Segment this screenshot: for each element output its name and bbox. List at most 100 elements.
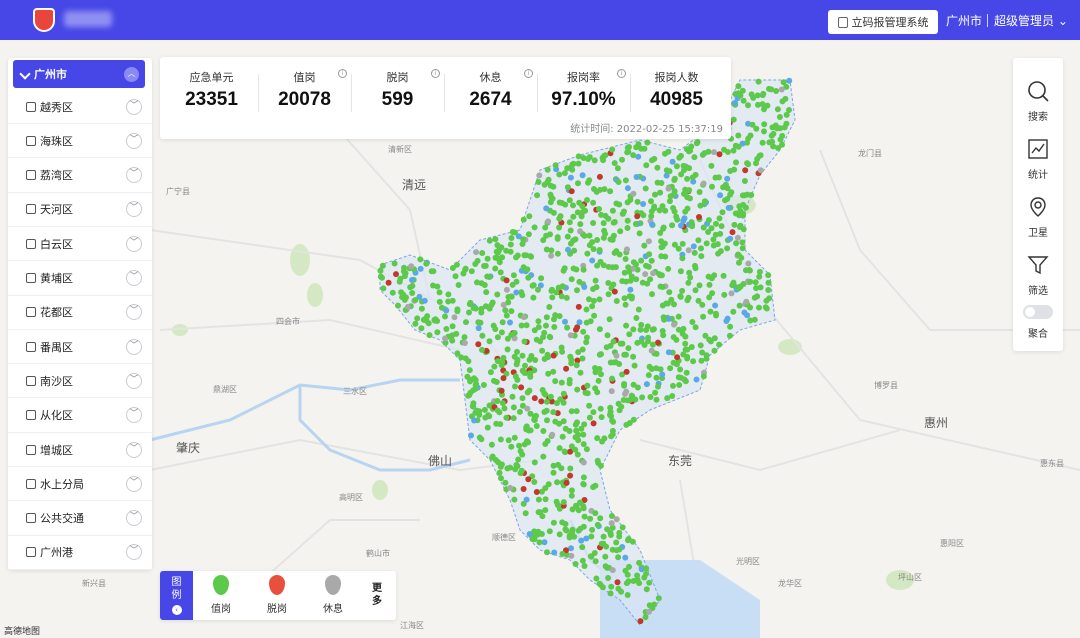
map-marker[interactable] bbox=[600, 220, 607, 227]
map-marker[interactable] bbox=[542, 485, 549, 492]
map-marker[interactable] bbox=[408, 263, 415, 270]
map-marker[interactable] bbox=[577, 369, 584, 376]
map-marker[interactable] bbox=[507, 241, 514, 248]
map-marker[interactable] bbox=[584, 250, 591, 257]
map-marker[interactable] bbox=[642, 614, 649, 621]
map-marker[interactable] bbox=[573, 502, 579, 509]
map-marker[interactable] bbox=[715, 174, 722, 181]
map-marker[interactable] bbox=[568, 552, 575, 559]
chevron-down-icon[interactable]: ﹀ bbox=[126, 407, 142, 424]
map-marker[interactable] bbox=[528, 253, 535, 260]
map-marker[interactable] bbox=[633, 174, 640, 180]
map-marker[interactable] bbox=[671, 241, 678, 248]
map-marker[interactable] bbox=[644, 139, 651, 146]
map-marker[interactable] bbox=[544, 166, 551, 173]
map-marker[interactable] bbox=[622, 301, 629, 308]
map-marker[interactable] bbox=[598, 351, 604, 358]
map-marker[interactable] bbox=[745, 135, 752, 142]
map-marker[interactable] bbox=[720, 272, 727, 279]
map-marker[interactable] bbox=[582, 389, 589, 396]
map-marker[interactable] bbox=[756, 152, 763, 159]
map-marker[interactable] bbox=[655, 595, 662, 602]
map-marker[interactable] bbox=[461, 340, 468, 346]
map-marker[interactable] bbox=[754, 293, 761, 300]
map-marker[interactable] bbox=[621, 381, 628, 387]
map-marker[interactable] bbox=[650, 270, 657, 277]
map-marker[interactable] bbox=[481, 406, 488, 413]
map-marker[interactable] bbox=[495, 459, 502, 466]
map-marker[interactable] bbox=[592, 385, 599, 392]
map-marker[interactable] bbox=[481, 263, 488, 269]
map-marker[interactable] bbox=[558, 465, 565, 472]
map-marker[interactable] bbox=[615, 179, 622, 185]
chevron-down-icon[interactable]: ﹀ bbox=[126, 304, 142, 321]
map-marker[interactable] bbox=[554, 479, 561, 486]
map-marker[interactable] bbox=[607, 188, 614, 195]
map-marker[interactable] bbox=[608, 583, 615, 590]
info-icon[interactable]: i bbox=[431, 69, 440, 78]
map-marker[interactable] bbox=[774, 106, 781, 113]
map-marker[interactable] bbox=[414, 315, 421, 322]
map-marker[interactable] bbox=[653, 374, 660, 381]
map-marker[interactable] bbox=[579, 544, 586, 551]
map-marker[interactable] bbox=[701, 198, 708, 205]
map-marker[interactable] bbox=[443, 326, 450, 332]
map-marker[interactable] bbox=[649, 291, 655, 298]
map-marker[interactable] bbox=[670, 205, 677, 211]
map-marker[interactable] bbox=[713, 220, 719, 227]
map-marker[interactable] bbox=[691, 249, 698, 256]
map-marker[interactable] bbox=[561, 448, 568, 455]
map-marker[interactable] bbox=[641, 342, 648, 348]
map-marker[interactable] bbox=[461, 334, 468, 341]
map-marker[interactable] bbox=[649, 326, 656, 333]
map-marker[interactable] bbox=[753, 125, 760, 132]
map-marker[interactable] bbox=[554, 235, 561, 242]
map-marker[interactable] bbox=[609, 546, 616, 553]
map-marker[interactable] bbox=[646, 363, 653, 370]
map-marker[interactable] bbox=[428, 268, 435, 275]
map-marker[interactable] bbox=[478, 436, 485, 443]
map-marker[interactable] bbox=[626, 268, 633, 275]
map-marker[interactable] bbox=[389, 289, 396, 296]
map-marker[interactable] bbox=[526, 213, 533, 220]
map-marker[interactable] bbox=[499, 400, 506, 407]
map-marker[interactable] bbox=[692, 262, 698, 269]
map-marker[interactable] bbox=[659, 243, 666, 250]
map-marker[interactable] bbox=[508, 293, 515, 300]
map-marker[interactable] bbox=[542, 496, 549, 503]
map-marker[interactable] bbox=[618, 588, 625, 595]
map-marker[interactable] bbox=[652, 389, 659, 396]
map-marker[interactable] bbox=[692, 287, 699, 294]
map-marker[interactable] bbox=[583, 446, 590, 453]
map-marker[interactable] bbox=[712, 231, 719, 238]
map-marker[interactable] bbox=[649, 341, 656, 348]
map-marker[interactable] bbox=[751, 316, 758, 323]
map-marker[interactable] bbox=[566, 376, 573, 383]
map-marker[interactable] bbox=[624, 217, 631, 224]
stats-tool[interactable]: 统计 bbox=[1013, 130, 1063, 186]
map-marker[interactable] bbox=[761, 128, 767, 135]
map-marker[interactable] bbox=[504, 346, 511, 353]
map-marker[interactable] bbox=[559, 519, 566, 526]
map-marker[interactable] bbox=[622, 567, 629, 574]
map-marker[interactable] bbox=[558, 379, 565, 386]
map-marker[interactable] bbox=[509, 393, 516, 400]
map-marker[interactable] bbox=[710, 242, 717, 249]
map-marker[interactable] bbox=[781, 124, 788, 131]
map-marker[interactable] bbox=[684, 355, 691, 362]
map-marker[interactable] bbox=[580, 441, 587, 448]
map-marker[interactable] bbox=[498, 475, 504, 482]
map-marker[interactable] bbox=[627, 286, 634, 293]
map-marker[interactable] bbox=[673, 163, 680, 170]
map-marker[interactable] bbox=[647, 276, 654, 283]
map-marker[interactable] bbox=[736, 224, 743, 230]
map-marker[interactable] bbox=[562, 425, 569, 432]
map-marker[interactable] bbox=[606, 316, 613, 323]
map-marker[interactable] bbox=[483, 289, 490, 296]
map-marker[interactable] bbox=[585, 179, 591, 186]
map-marker[interactable] bbox=[421, 297, 428, 304]
map-marker[interactable] bbox=[666, 168, 673, 175]
map-marker[interactable] bbox=[516, 442, 523, 449]
map-marker[interactable] bbox=[626, 420, 633, 426]
map-marker[interactable] bbox=[730, 116, 737, 123]
